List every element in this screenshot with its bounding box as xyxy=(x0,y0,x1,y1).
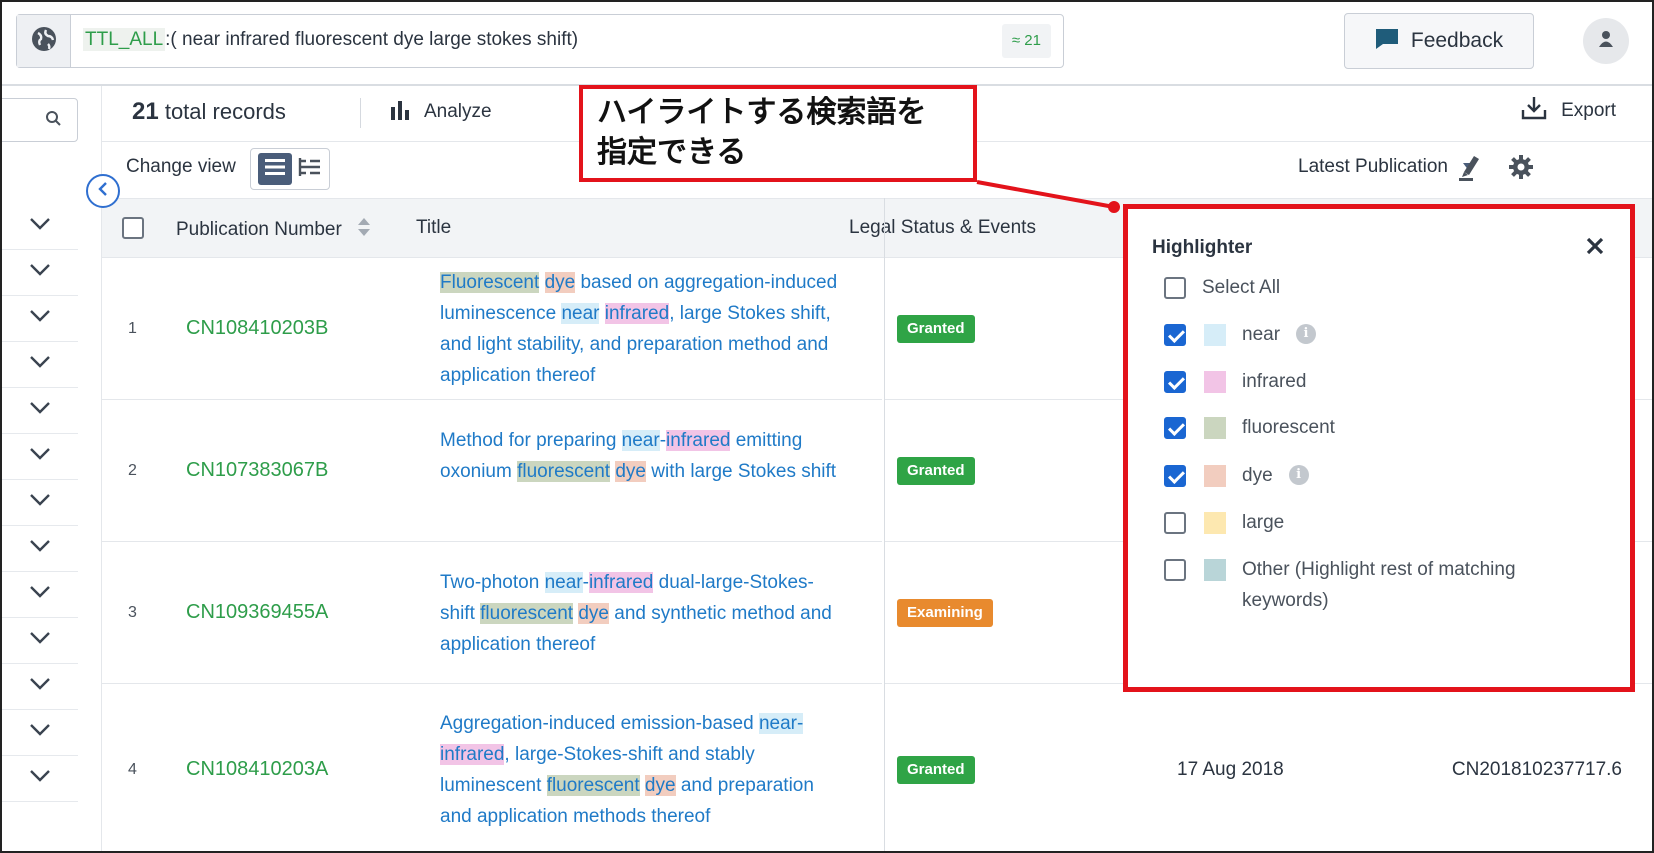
annotation-callout: ハイライトする検索語を 指定できる xyxy=(579,85,977,182)
screenshot-frame: TTL_ALL:( near infrared fluorescent dye … xyxy=(0,0,1654,853)
annotation-line-1: ハイライトする検索語を xyxy=(597,95,927,130)
annotation-line-2: 指定できる xyxy=(597,135,747,170)
